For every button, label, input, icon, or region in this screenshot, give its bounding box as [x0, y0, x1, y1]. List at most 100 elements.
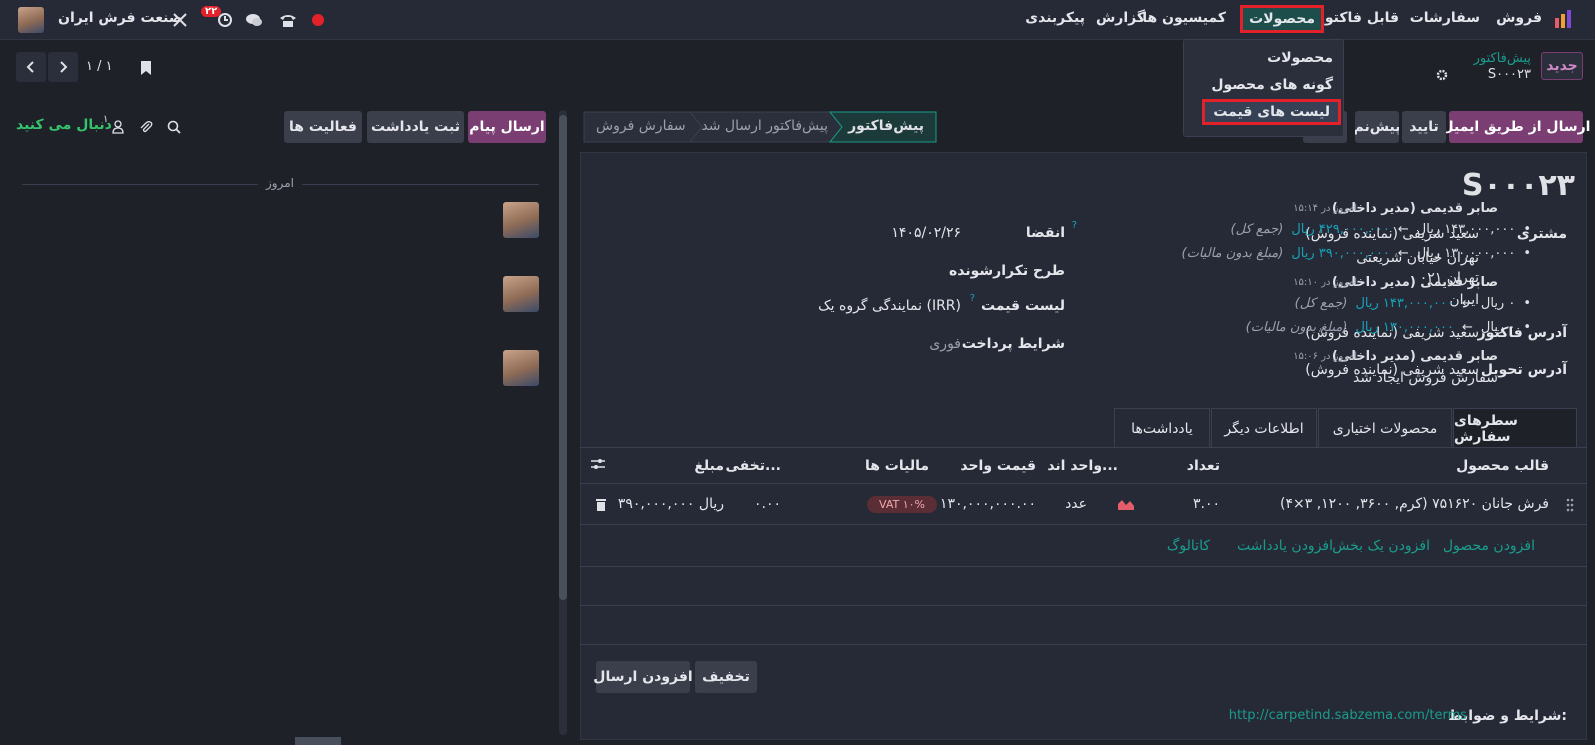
message-body: سفارش فروش ایجاد شد	[1353, 370, 1498, 386]
phone-icon[interactable]	[278, 10, 298, 30]
terms-url[interactable]: http://carpetind.sabzema.com/terms	[1229, 708, 1467, 723]
payment-terms-value[interactable]: فوری	[929, 336, 961, 352]
gear-icon[interactable]	[1435, 68, 1449, 82]
row-divider	[580, 644, 1587, 645]
pricelist-value[interactable]: نمایندگی گروه یک (IRR)	[818, 298, 961, 314]
arrow-icon: ←	[1397, 222, 1409, 237]
pricelist-help-icon[interactable]: ?	[970, 293, 975, 304]
add-shipping-button[interactable]: افزودن ارسال	[593, 661, 693, 693]
new-value: ۱۴۳,۰۰۰,۰۰۰ ریال	[1355, 296, 1454, 311]
menu-configuration[interactable]: پیکربندی	[1025, 10, 1085, 26]
chat-icon[interactable]	[244, 10, 264, 30]
menu-sales[interactable]: فروش	[1496, 10, 1542, 26]
menu-orders[interactable]: سفارشات	[1410, 10, 1480, 26]
arrow-icon: ←	[1397, 246, 1409, 261]
expiry-help-icon[interactable]: ?	[1072, 220, 1077, 231]
col-discount[interactable]: تخفی...	[725, 458, 781, 474]
col-taxes[interactable]: مالیات ها	[865, 458, 929, 474]
preview-button[interactable]: پیش‌نم	[1355, 111, 1399, 143]
breadcrumb-parent[interactable]: پیش‌فاکتور	[1474, 51, 1531, 66]
field-name: (جمع کل)	[1230, 222, 1284, 237]
row-discount[interactable]: ۰.۰۰	[754, 496, 781, 512]
products-dropdown-menu: محصولات گونه های محصول لیست های قیمت	[1183, 39, 1344, 137]
row-uom[interactable]: عدد	[1065, 496, 1087, 512]
send-message-button[interactable]: ارسال پیام	[468, 111, 546, 143]
bullet: •	[1523, 320, 1531, 335]
add-section-link[interactable]: افزودن یک بخش	[1332, 538, 1430, 554]
expiry-date[interactable]: ۱۴۰۵/۰۲/۲۶	[891, 225, 961, 241]
new-value: ۱۳۰,۰۰۰,۰۰۰ ریال	[1355, 320, 1454, 335]
confirm-button[interactable]: تایید	[1402, 111, 1446, 143]
next-record-button[interactable]	[48, 52, 78, 82]
menu-reporting[interactable]: گزارش	[1096, 10, 1145, 26]
tab-other-info[interactable]: اطلاعات دیگر	[1211, 408, 1317, 448]
old-value: ۰ ریال	[1480, 296, 1516, 311]
menu-to-invoice[interactable]: قابل فاکتور	[1317, 10, 1399, 26]
today-label: امروز	[258, 176, 302, 190]
record-dot-icon[interactable]	[311, 13, 325, 27]
avatar[interactable]	[503, 350, 539, 386]
add-product-link[interactable]: افزودن محصول	[1443, 538, 1535, 554]
col-uom[interactable]: واحد اند...	[1047, 458, 1118, 474]
avatar[interactable]	[503, 276, 539, 312]
tab-order-lines[interactable]: سطرهای سفارش	[1453, 408, 1577, 448]
horizontal-scrollbar-thumb[interactable]	[295, 737, 341, 745]
bullet: •	[1523, 296, 1531, 311]
trash-icon[interactable]	[594, 496, 608, 512]
drag-handle-icon[interactable]	[1565, 497, 1575, 513]
activity-badge: ۲۲	[201, 6, 222, 17]
chatter-scrollbar-thumb[interactable]	[559, 115, 567, 600]
new-button[interactable]: جدید	[1541, 52, 1583, 80]
pager-value[interactable]: ۱ / ۱	[86, 59, 113, 74]
message-time: امروز در ۱۵:۰۶	[1293, 351, 1357, 362]
col-product-template[interactable]: قالب محصول	[1456, 458, 1549, 474]
menu-commissions[interactable]: کمیسیون ها	[1142, 10, 1226, 26]
pricelist-label: لیست قیمت	[981, 298, 1065, 314]
app-logo-icon[interactable]	[1553, 8, 1575, 30]
record-name: S۰۰۰۲۳	[1487, 67, 1531, 82]
row-amount: ۳۹۰,۰۰۰,۰۰۰ ریال	[617, 496, 724, 512]
log-note-button[interactable]: ثبت یادداشت	[367, 111, 464, 143]
col-amount[interactable]: مبلغ	[694, 458, 724, 474]
old-value: ۱۳۰,۰۰۰,۰۰۰ ریال	[1416, 246, 1516, 261]
column-settings-icon[interactable]	[590, 456, 606, 472]
bookmark-icon[interactable]	[138, 58, 154, 78]
add-note-link[interactable]: افزودن یادداشت	[1237, 538, 1333, 554]
row-divider	[580, 566, 1587, 567]
arrow-icon: ←	[1462, 296, 1473, 311]
new-value: ۳۹۰,۰۰۰,۰۰۰ ریال	[1291, 246, 1390, 261]
catalog-link[interactable]: کاتالوگ	[1167, 538, 1210, 554]
col-unit-price[interactable]: قیمت واحد	[960, 458, 1036, 474]
paperclip-icon[interactable]	[138, 119, 154, 135]
company-name[interactable]: صنعت فرش ایران	[58, 10, 182, 26]
avatar[interactable]	[503, 202, 539, 238]
tracking-line: • ۰ ریال ← ۱۳۰,۰۰۰,۰۰۰ ریال (مبلغ بدون م…	[1246, 320, 1531, 335]
row-quantity[interactable]: ۳.۰۰	[1193, 496, 1220, 512]
following-status[interactable]: دنبال می کنید	[16, 117, 112, 133]
user-avatar[interactable]	[18, 7, 44, 33]
send-email-button[interactable]: ارسال از طریق ایمیل	[1442, 111, 1590, 143]
forecast-chart-icon[interactable]	[1117, 496, 1135, 512]
dropdown-item-products[interactable]: محصولات	[1267, 50, 1333, 66]
arrow-icon: ←	[1462, 320, 1473, 335]
col-quantity[interactable]: تعداد	[1187, 458, 1220, 474]
row-unit-price[interactable]: ۱۳۰,۰۰۰,۰۰۰.۰۰	[940, 496, 1036, 512]
stage-quotation[interactable]: پیش‌فاکتور	[848, 118, 924, 134]
stage-quotation-sent[interactable]: پیش‌فاکتور ارسال شد	[701, 118, 828, 134]
tools-icon[interactable]	[170, 10, 190, 30]
tab-optional-products[interactable]: محصولات اختیاری	[1318, 408, 1452, 448]
discount-button[interactable]: تخفیف	[695, 661, 757, 693]
old-value: ۱۴۳,۰۰۰,۰۰۰ ریال	[1416, 222, 1516, 237]
menu-products[interactable]: محصولات	[1240, 5, 1324, 33]
stage-sales-order[interactable]: سفارش فروش	[596, 118, 686, 134]
activities-button[interactable]: فعالیت ها	[284, 111, 362, 143]
record-title: S۰۰۰۲۳	[1461, 168, 1575, 203]
prev-record-button[interactable]	[16, 52, 46, 82]
tab-notes[interactable]: یادداشت‌ها	[1114, 408, 1210, 448]
row-product[interactable]: فرش جانان ۷۵۱۶۲۰ (کرم, ۳۶۰۰, ۱۲۰۰, ۳×۴)	[1280, 496, 1549, 512]
row-tax-badge[interactable]: VAT ۱۰%	[867, 496, 937, 513]
followers-icon[interactable]	[110, 119, 126, 135]
search-icon[interactable]	[166, 119, 182, 135]
dropdown-item-product-variants[interactable]: گونه های محصول	[1211, 77, 1333, 93]
dropdown-item-pricelists[interactable]: لیست های قیمت	[1202, 99, 1341, 125]
